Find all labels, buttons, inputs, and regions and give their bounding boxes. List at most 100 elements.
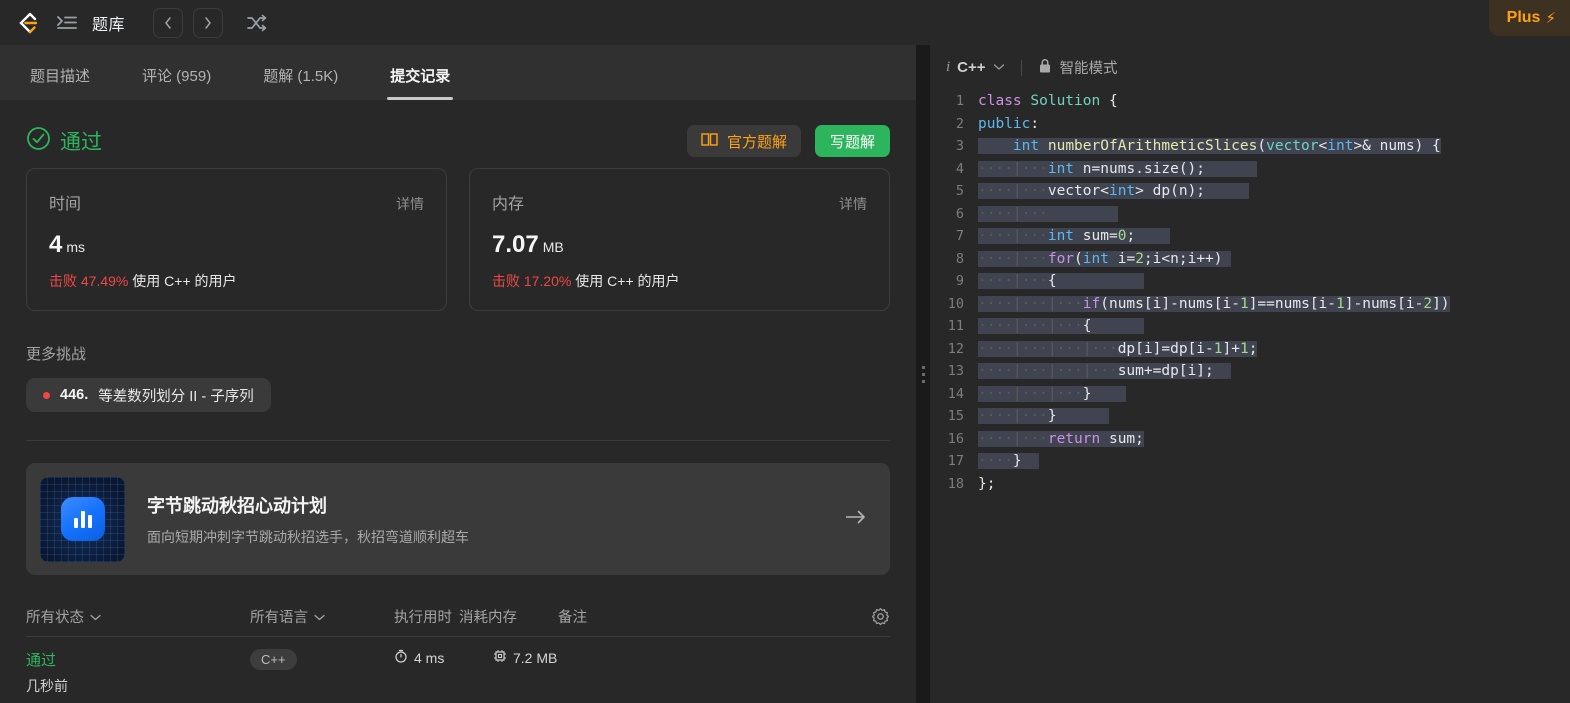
line-number: 8 <box>955 250 964 267</box>
column-language-label: 所有语言 <box>250 610 308 626</box>
row-memory: 7.2 MB <box>493 649 653 666</box>
tab-solutions[interactable]: 题解 (1.5K) <box>251 65 350 100</box>
code-line-text: ····|···} <box>978 405 1109 428</box>
toolbar-separator <box>1020 59 1022 76</box>
submission-status-row: 通过 官方题解 写题解 <box>26 100 890 158</box>
code-line: 14 ····|···|···} <box>930 383 1570 406</box>
code-line-text: ····|···int n=nums.size(); <box>978 158 1258 181</box>
promo-banner[interactable]: 字节跳动秋招心动计划 面向短期冲刺字节跳动秋招选手，秋招弯道顺利超车 <box>26 463 890 575</box>
code-line: 16 ····|···return sum; <box>930 428 1570 451</box>
smart-mode-label: 智能模式 <box>1059 61 1118 77</box>
runtime-stat-card: 时间 详情 4 ms 击败 47.49% 使用 C++ 的用户 <box>26 168 447 311</box>
row-timestamp: 几秒前 <box>26 678 68 694</box>
table-row[interactable]: 通过 几秒前 C++ 4 ms 7.2 MB <box>26 637 890 694</box>
runtime-detail-link[interactable]: 详情 <box>396 194 424 214</box>
line-number: 13 <box>947 363 964 379</box>
memory-value: 7.07 <box>492 231 539 258</box>
plus-badge[interactable]: Plus ⚡ <box>1488 0 1570 36</box>
list-menu-icon[interactable] <box>52 8 82 38</box>
runtime-beat-prefix: 击败 <box>49 273 77 289</box>
shuffle-icon[interactable] <box>243 9 271 37</box>
line-number: 16 <box>947 430 964 447</box>
code-line: 7 ····|···int sum=0; <box>930 225 1570 248</box>
leetcode-logo-icon[interactable] <box>14 10 40 36</box>
code-line-text: ····|···|···|···sum+=dp[i]; <box>978 360 1232 383</box>
row-status[interactable]: 通过 <box>26 649 250 670</box>
code-line-text: int numberOfArithmeticSlices(vector<int>… <box>978 135 1441 158</box>
memory-stat-card: 内存 详情 7.07 MB 击败 17.20% 使用 C++ 的用户 <box>469 168 890 311</box>
section-divider <box>26 440 890 441</box>
code-line-text: ····|···{ <box>978 270 1144 293</box>
tab-submissions[interactable]: 提交记录 <box>378 65 462 100</box>
row-memory-value: 7.2 MB <box>513 649 558 666</box>
official-solution-button[interactable]: 官方题解 <box>686 125 801 157</box>
arrow-right-icon[interactable] <box>844 507 868 531</box>
info-icon[interactable]: i <box>946 59 950 76</box>
column-runtime-label: 执行用时 <box>394 610 452 626</box>
tab-description[interactable]: 题目描述 <box>18 65 102 100</box>
line-number: 3 <box>955 138 964 154</box>
language-name: C++ <box>957 59 986 76</box>
code-line: 5 ····|···vector<int> dp(n); <box>930 180 1570 203</box>
drag-handle-icon[interactable] <box>921 365 925 383</box>
lock-icon <box>1038 58 1052 78</box>
clock-icon <box>394 649 408 666</box>
code-line-text: ····} <box>978 450 1040 473</box>
column-memory-label: 消耗内存 <box>459 610 517 626</box>
lightning-icon: ⚡ <box>1545 10 1556 27</box>
promo-title: 字节跳动秋招心动计划 <box>147 495 327 516</box>
language-selector[interactable]: i C++ <box>946 59 1005 76</box>
line-number: 10 <box>947 295 964 312</box>
status-badge: 通过 <box>26 126 102 156</box>
code-line: 13 ····|···|···|···sum+=dp[i]; <box>930 360 1570 383</box>
runtime-beat-percent: 47.49% <box>80 273 129 289</box>
tab-comments[interactable]: 评论 (959) <box>130 65 223 100</box>
code-line: 17 ····} <box>930 450 1570 473</box>
gear-icon[interactable] <box>871 607 890 626</box>
runtime-value: 4 <box>49 231 63 258</box>
memory-beat-percent: 17.20% <box>523 273 572 289</box>
line-number: 14 <box>947 385 964 402</box>
code-line: 11 ····|···|···{ <box>930 315 1570 338</box>
submissions-table-header: 所有状态 所有语言 执行用时 消耗内存 备注 <box>26 597 890 637</box>
top-navigation-bar: 题库 Plus ⚡ <box>0 0 1570 45</box>
code-line: 8 ····|···for(int i=2;i<n;i++) <box>930 248 1570 271</box>
column-language-filter[interactable]: 所有语言 <box>250 606 394 627</box>
code-content[interactable]: 1 class Solution { 2 public: 3 int numberO… <box>930 90 1570 703</box>
submissions-panel: 题目描述 评论 (959) 题解 (1.5K) 提交记录 通过 官方题解 写题解… <box>0 45 916 703</box>
line-number: 9 <box>955 273 964 289</box>
challenge-link[interactable]: 446. 等差数列划分 II - 子序列 <box>26 378 271 412</box>
check-circle-icon <box>26 126 51 156</box>
status-text: 通过 <box>60 131 102 154</box>
panel-splitter[interactable] <box>916 45 930 703</box>
code-line-text: }; <box>978 475 996 492</box>
page-title[interactable]: 题库 <box>92 11 125 35</box>
code-line-text: ····|···vector<int> dp(n); <box>978 180 1249 203</box>
code-editor-panel: i C++ 智能模式 1 class Solution { 2 public: 3 … <box>930 45 1570 703</box>
chip-icon <box>493 649 507 666</box>
line-number: 4 <box>955 160 964 177</box>
code-line: 1 class Solution { <box>930 90 1570 113</box>
chevron-left-icon[interactable] <box>153 7 184 38</box>
memory-detail-link[interactable]: 详情 <box>839 194 867 214</box>
column-status-filter[interactable]: 所有状态 <box>26 606 250 627</box>
editor-toolbar: i C++ 智能模式 <box>930 45 1570 90</box>
line-number: 2 <box>955 115 964 132</box>
official-solution-label: 官方题解 <box>726 133 787 151</box>
line-number: 11 <box>947 318 964 334</box>
code-line-text: public: <box>978 115 1040 132</box>
code-line: 18}; <box>930 473 1570 496</box>
header-actions: 官方题解 写题解 <box>686 125 890 157</box>
smart-mode-toggle[interactable]: 智能模式 <box>1038 57 1118 78</box>
memory-beat-suffix: 使用 C++ 的用户 <box>575 273 680 289</box>
chevron-down-icon <box>90 609 101 625</box>
code-line-text: ····|···|···{ <box>978 315 1144 338</box>
write-solution-button[interactable]: 写题解 <box>814 125 890 157</box>
line-number: 5 <box>955 183 964 199</box>
line-number: 17 <box>947 453 964 469</box>
code-line: 4 ····|···int n=nums.size(); <box>930 158 1570 181</box>
code-line-text: ····|··· <box>978 203 1118 226</box>
code-line: 12 ····|···|···|···dp[i]=dp[i-1]+1; <box>930 338 1570 361</box>
book-icon <box>701 132 718 151</box>
chevron-right-icon[interactable] <box>193 7 224 38</box>
